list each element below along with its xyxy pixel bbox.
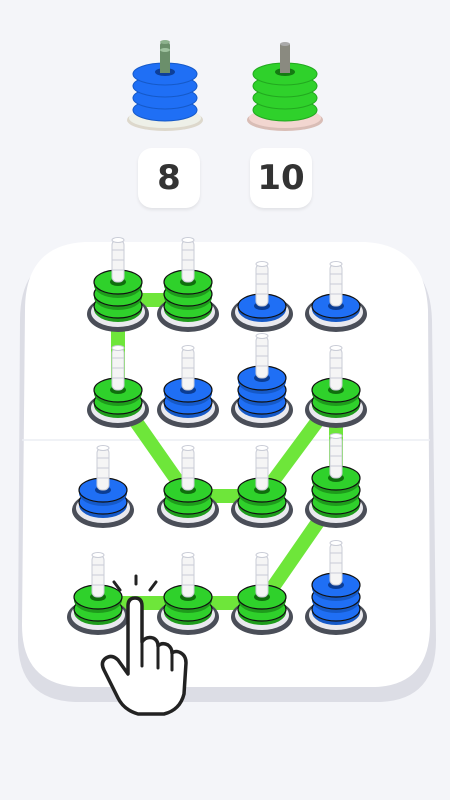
board-tray (18, 242, 436, 702)
game-board[interactable] (0, 0, 450, 800)
